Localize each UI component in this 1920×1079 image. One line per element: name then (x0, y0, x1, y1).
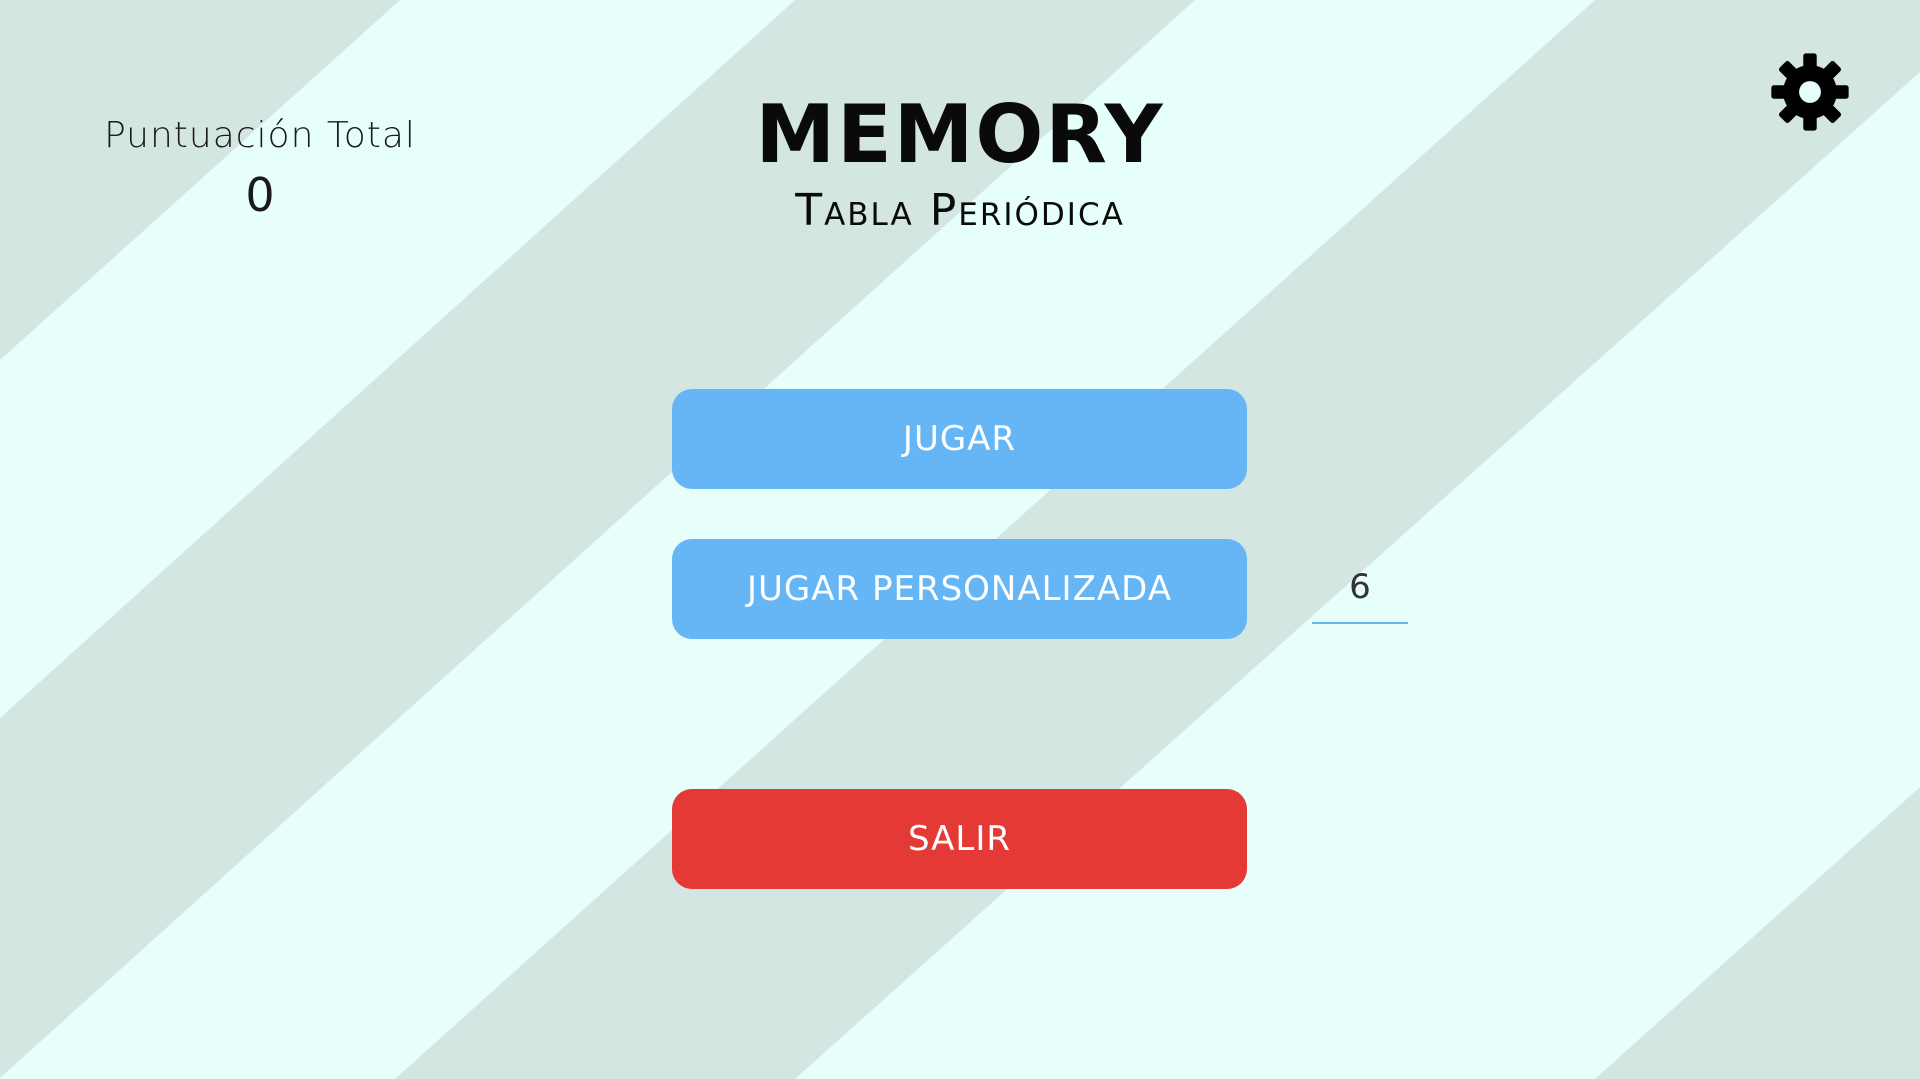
custom-play-button[interactable]: JUGAR PERSONALIZADA (672, 539, 1247, 639)
exit-button[interactable]: SALIR (672, 789, 1247, 889)
title-block: MEMORY Tabla Periódica (660, 95, 1260, 233)
gear-icon (1771, 53, 1849, 131)
custom-pairs-input[interactable] (1312, 552, 1408, 624)
score-value: 0 (245, 168, 275, 222)
game-title: MEMORY (755, 88, 1165, 181)
settings-button[interactable] (1768, 50, 1852, 134)
score-label: Puntuación Total (104, 115, 416, 156)
score-panel: Puntuación Total 0 (80, 115, 440, 222)
game-subtitle: Tabla Periódica (795, 185, 1125, 236)
play-button[interactable]: JUGAR (672, 389, 1247, 489)
